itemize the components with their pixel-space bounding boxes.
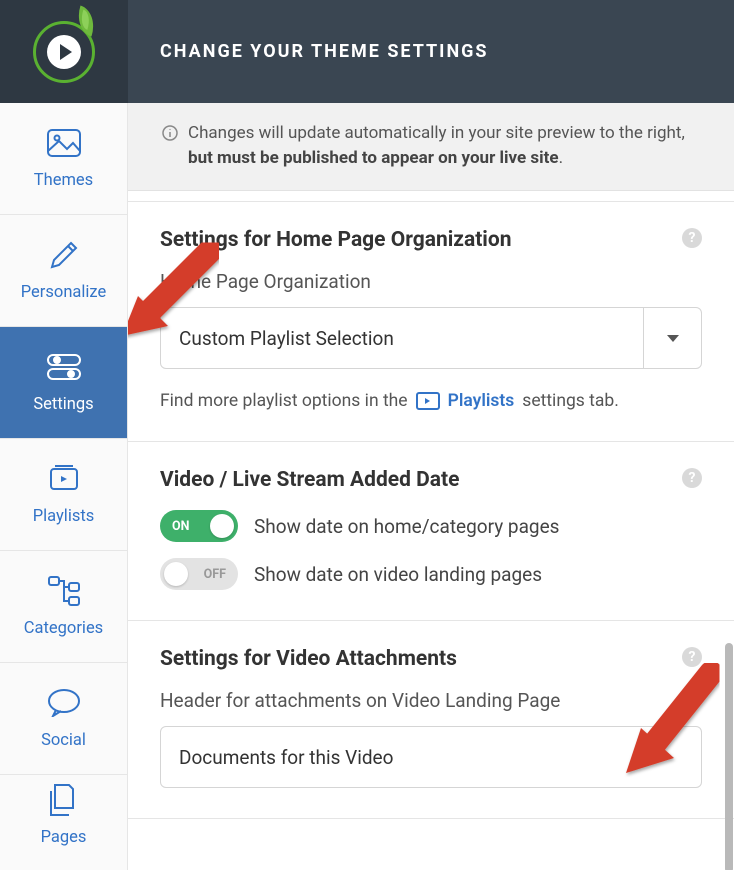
chevron-down-icon — [643, 308, 701, 368]
info-banner: Changes will update automatically in you… — [128, 103, 734, 191]
sidebar-item-label: Categories — [24, 619, 103, 638]
sidebar-item-label: Playlists — [33, 507, 95, 526]
playlists-link[interactable]: Playlists — [448, 391, 515, 411]
sidebar-item-label: Social — [41, 731, 86, 750]
chat-icon — [44, 687, 84, 719]
section-video-attachments: ? Settings for Video Attachments Header … — [128, 621, 734, 819]
section-home-organization: ? Settings for Home Page Organization Ho… — [128, 201, 734, 442]
playlist-icon — [44, 463, 84, 495]
section-heading: Settings for Video Attachments — [160, 647, 702, 671]
page-title: CHANGE YOUR THEME SETTINGS — [160, 41, 489, 62]
section-heading: Settings for Home Page Organization — [160, 228, 702, 252]
section-video-date: ? Video / Live Stream Added Date ON Show… — [128, 442, 734, 621]
sliders-icon — [44, 351, 84, 383]
playlist-link-icon — [416, 392, 440, 410]
sidebar-item-themes[interactable]: Themes — [0, 103, 127, 215]
picture-icon — [44, 127, 84, 159]
sidebar-item-label: Pages — [41, 828, 87, 847]
sidebar-item-social[interactable]: Social — [0, 663, 127, 775]
sidebar-item-personalize[interactable]: Personalize — [0, 215, 127, 327]
main-panel: Changes will update automatically in you… — [128, 103, 734, 870]
sidebar-item-playlists[interactable]: Playlists — [0, 439, 127, 551]
sidebar-item-settings[interactable]: Settings — [0, 327, 127, 439]
app-header: CHANGE YOUR THEME SETTINGS — [0, 0, 734, 103]
sidebar-item-label: Personalize — [21, 283, 107, 302]
pencil-icon — [44, 239, 84, 271]
sidebar-item-categories[interactable]: Categories — [0, 551, 127, 663]
sidebar-item-pages[interactable]: Pages — [0, 775, 127, 855]
attachments-header-input[interactable] — [160, 726, 702, 788]
scrollbar[interactable] — [725, 643, 733, 870]
sidebar: Themes Personalize Settings Playlists Ca — [0, 103, 128, 870]
app-logo — [0, 0, 128, 103]
info-icon — [162, 124, 178, 149]
toggle-show-date-landing[interactable]: OFF — [160, 558, 238, 590]
select-value: Custom Playlist Selection — [161, 308, 643, 368]
hint-text: Find more playlist options in the Playli… — [160, 391, 702, 411]
toggle-label: Show date on video landing pages — [254, 563, 542, 586]
info-text: Changes will update automatically in you… — [188, 121, 700, 170]
toggle-show-date-home[interactable]: ON — [160, 510, 238, 542]
tree-icon — [44, 575, 84, 607]
field-label: Header for attachments on Video Landing … — [160, 689, 702, 712]
home-organization-select[interactable]: Custom Playlist Selection — [160, 307, 702, 369]
sidebar-item-label: Settings — [33, 395, 93, 414]
sidebar-item-label: Themes — [34, 171, 93, 190]
toggle-label: Show date on home/category pages — [254, 515, 559, 538]
pages-icon — [44, 784, 84, 816]
field-label: Home Page Organization — [160, 270, 702, 293]
section-heading: Video / Live Stream Added Date — [160, 468, 702, 492]
